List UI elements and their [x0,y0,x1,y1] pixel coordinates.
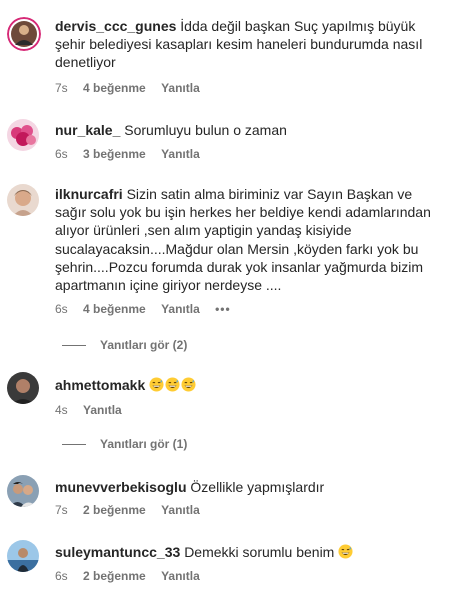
reply-button[interactable]: Yanıtla [161,569,200,583]
comment-username[interactable]: ahmettomakk [55,377,145,393]
avatar[interactable] [7,540,39,572]
divider-line [62,444,86,446]
avatar-image [7,184,39,216]
comment-text: Özellikle yapmışlardır [190,479,325,495]
reply-button[interactable]: Yanıtla [161,503,200,517]
likes-count[interactable]: 4 beğenme [83,302,146,316]
avatar[interactable] [7,475,39,507]
avatar-image [7,475,39,507]
grinning-sweat-face-icon [165,377,180,392]
avatar-image [7,119,39,151]
comment-time[interactable]: 4s [55,403,68,417]
comment-username[interactable]: munevverbekisoglu [55,479,187,495]
reply-button[interactable]: Yanıtla [161,147,200,161]
grinning-sweat-face-icon [149,377,164,392]
likes-count[interactable]: 2 beğenme [83,503,146,517]
view-replies-button[interactable]: Yanıtları gör (2) [62,338,187,352]
comment-time[interactable]: 6s [55,302,68,316]
reply-button[interactable]: Yanıtla [161,302,200,316]
view-replies-label: Yanıtları gör (2) [100,338,188,352]
likes-count[interactable]: 2 beğenme [83,569,146,583]
avatar[interactable] [7,184,39,216]
comment-text: Demekki sorumlu benim [184,544,335,560]
more-options-icon[interactable]: ••• [215,302,231,316]
avatar-image [7,540,39,572]
view-replies-button[interactable]: Yanıtları gör (1) [62,437,187,451]
likes-count[interactable]: 4 beğenme [83,81,146,95]
emoji-group [149,377,197,393]
comment-username[interactable]: nur_kale_ [55,122,120,138]
avatar-image [7,372,39,404]
divider-line [62,345,86,347]
likes-count[interactable]: 3 beğenme [83,147,146,161]
comment-text: Sizin satin alma biriminiz var Sayın Baş… [55,186,431,294]
comment-time[interactable]: 7s [55,81,68,95]
grinning-sweat-face-icon [338,544,353,559]
avatar-image [7,17,41,51]
comment-username[interactable]: ilknurcafri [55,186,123,202]
comment-username[interactable]: suleymantuncc_33 [55,544,180,560]
comment-text: Sorumluyu bulun o zaman [124,122,287,138]
avatar[interactable] [7,372,39,404]
reply-button[interactable]: Yanıtla [161,81,200,95]
comment-username[interactable]: dervis_ccc_gunes [55,18,176,34]
reply-button[interactable]: Yanıtla [83,403,122,417]
avatar[interactable] [7,119,39,151]
comment-time[interactable]: 7s [55,503,68,517]
comment-time[interactable]: 6s [55,147,68,161]
avatar[interactable] [7,17,41,51]
comment-time[interactable]: 6s [55,569,68,583]
view-replies-label: Yanıtları gör (1) [100,437,188,451]
grinning-sweat-face-icon [181,377,196,392]
